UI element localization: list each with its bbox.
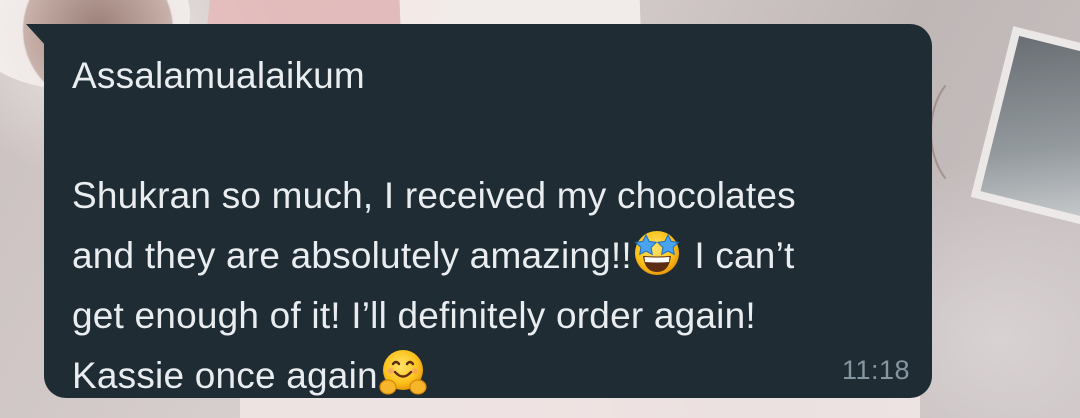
incoming-message-bubble[interactable]: Assalamualaikum Shukran so much, I recei… [44,24,932,398]
message-line-4: Kassie once again [72,346,892,406]
message-line-2-start: and they are absolutely amazing!! [72,235,632,276]
message-greeting: Assalamualaikum [72,55,365,96]
message-line-2-end: I can’t [683,235,795,276]
message-line-3: get enough of it! I’ll definitely order … [72,295,756,336]
message-line-4-text: Kassie once again [72,355,378,396]
message-text: Assalamualaikum Shukran so much, I recei… [72,46,892,406]
message-bubble-tail [26,24,46,46]
message-line-1: Shukran so much, I received my chocolate… [72,175,796,216]
message-line-2: and they are absolutely amazing!! I can’… [72,226,892,286]
star-struck-emoji-icon [634,231,680,275]
hugging-face-emoji-icon [379,350,427,395]
message-timestamp: 11:18 [841,355,910,385]
wallpaper-string [930,70,1014,194]
